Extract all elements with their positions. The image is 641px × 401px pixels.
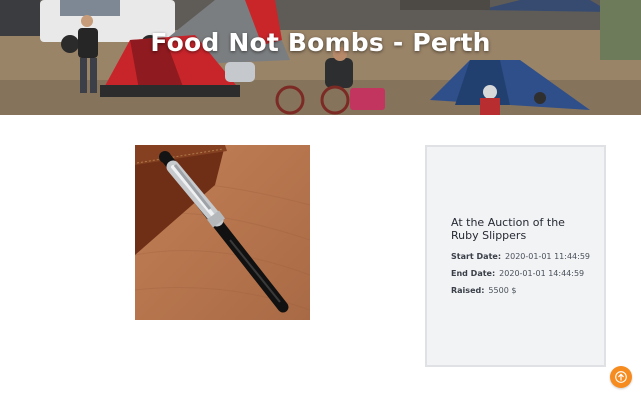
hero-banner: Food Not Bombs - Perth [0,0,641,115]
end-date-row: End Date: 2020-01-01 14:44:59 [451,269,584,278]
raised-value: 5500 $ [488,286,517,295]
arrow-up-icon [615,371,627,383]
raised-label: Raised: [451,286,485,295]
fountain-pen-image [135,145,310,313]
product-image[interactable] [135,145,310,320]
scroll-to-top-button[interactable] [610,366,632,388]
campsite-photo [0,0,641,115]
raised-row: Raised: 5500 $ [451,286,516,295]
page-title: Food Not Bombs - Perth [150,28,491,57]
auction-info-card: At the Auction of the Ruby Slippers Star… [425,145,606,367]
auction-title[interactable]: At the Auction of the Ruby Slippers [451,216,591,242]
start-date-row: Start Date: 2020-01-01 11:44:59 [451,252,590,261]
end-date-label: End Date: [451,269,496,278]
end-date-value: 2020-01-01 14:44:59 [499,269,585,278]
start-date-label: Start Date: [451,252,502,261]
start-date-value: 2020-01-01 11:44:59 [505,252,590,261]
